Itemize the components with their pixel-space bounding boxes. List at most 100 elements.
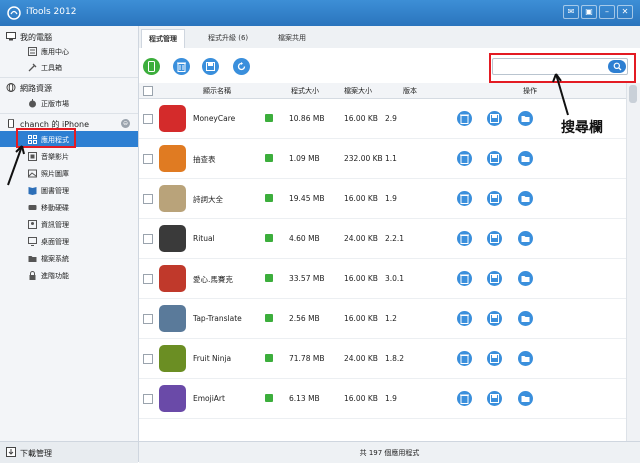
tab-bar: 程式管理 程式升級 (6) 檔案共用 xyxy=(139,26,640,50)
apple-icon xyxy=(29,99,36,108)
row-checkbox[interactable] xyxy=(143,394,153,404)
table-row[interactable]: MoneyCare 10.86 MB 16.00 KB 2.9 xyxy=(139,99,626,139)
browse-app-folder-button[interactable] xyxy=(518,191,533,206)
browse-app-folder-button[interactable] xyxy=(518,151,533,166)
sidebar-divider xyxy=(0,77,138,78)
tab-file-sharing[interactable]: 檔案共用 xyxy=(271,29,313,48)
browse-app-folder-button[interactable] xyxy=(518,111,533,126)
browse-app-folder-button[interactable] xyxy=(518,391,533,406)
uninstall-app-button[interactable] xyxy=(457,191,472,206)
row-checkbox[interactable] xyxy=(143,314,153,324)
header-name[interactable]: 顯示名稱 xyxy=(203,86,231,96)
table-row[interactable]: Fruit Ninja 71.78 MB 24.00 KB 1.8.2 xyxy=(139,339,626,379)
uninstall-app-button[interactable] xyxy=(457,231,472,246)
skin-icon[interactable]: ▣ xyxy=(581,5,597,19)
tab-app-management[interactable]: 程式管理 xyxy=(141,29,185,50)
row-checkbox[interactable] xyxy=(143,114,153,124)
table-row[interactable]: EmojiArt 6.13 MB 16.00 KB 1.9 xyxy=(139,379,626,419)
browse-app-folder-button[interactable] xyxy=(518,351,533,366)
highlight-search-box xyxy=(489,53,636,83)
uninstall-app-button[interactable] xyxy=(457,271,472,286)
select-all-checkbox[interactable] xyxy=(143,86,153,96)
download-manager[interactable]: 下載管理 xyxy=(0,441,138,463)
folder-icon xyxy=(521,356,530,362)
row-checkbox[interactable] xyxy=(143,354,153,364)
sidebar-item-label: 正版市場 xyxy=(41,100,69,108)
app-version: 1.9 xyxy=(385,394,397,403)
backup-app-button[interactable] xyxy=(487,311,502,326)
tab-app-upgrade[interactable]: 程式升級 (6) xyxy=(201,29,255,48)
backup-app-button[interactable] xyxy=(487,271,502,286)
minimize-button[interactable]: – xyxy=(599,5,615,19)
backup-app-button[interactable] xyxy=(487,111,502,126)
sidebar-item-app-store[interactable]: 正版市場 xyxy=(0,95,138,111)
table-row[interactable]: 詩詞大全 19.45 MB 16.00 KB 1.9 xyxy=(139,179,626,219)
folder-icon xyxy=(521,276,530,282)
doc-size: 24.00 KB xyxy=(344,354,378,363)
uninstall-button[interactable] xyxy=(173,58,190,75)
sidebar-section-label: 我的電腦 xyxy=(20,33,52,42)
desktop-icon xyxy=(28,237,37,246)
scrollbar[interactable] xyxy=(626,83,640,441)
film-icon xyxy=(28,152,37,161)
doc-size: 16.00 KB xyxy=(344,194,378,203)
header-actions: 操作 xyxy=(523,87,537,95)
header-app-size[interactable]: 程式大小 xyxy=(291,86,319,96)
backup-app-button[interactable] xyxy=(487,151,502,166)
row-checkbox[interactable] xyxy=(143,274,153,284)
browse-app-folder-button[interactable] xyxy=(518,271,533,286)
table-row[interactable]: 愛心.馬賽克 33.57 MB 16.00 KB 3.0.1 xyxy=(139,259,626,299)
sidebar-item-drive[interactable]: 移動硬碟 xyxy=(0,199,138,215)
uninstall-app-button[interactable] xyxy=(457,111,472,126)
header-doc-size[interactable]: 檔案大小 xyxy=(344,86,372,96)
refresh-button[interactable] xyxy=(233,58,250,75)
backup-app-button[interactable] xyxy=(487,391,502,406)
folder-icon xyxy=(521,156,530,162)
sidebar-section-my-computer[interactable]: 我的電腦 xyxy=(0,29,138,44)
backup-button[interactable] xyxy=(202,58,219,75)
folder-icon xyxy=(521,116,530,122)
row-checkbox[interactable] xyxy=(143,234,153,244)
row-checkbox[interactable] xyxy=(143,154,153,164)
scrollbar-thumb[interactable] xyxy=(629,85,637,103)
header-version[interactable]: 版本 xyxy=(403,86,417,96)
app-type-icon xyxy=(265,274,273,282)
close-button[interactable]: ✕ xyxy=(617,5,633,19)
install-button[interactable] xyxy=(143,58,160,75)
sidebar-item-toolbox[interactable]: 工具箱 xyxy=(0,59,138,75)
sidebar-item-advanced[interactable]: 進階功能 xyxy=(0,267,138,283)
uninstall-app-button[interactable] xyxy=(457,351,472,366)
feedback-icon[interactable]: ✉ xyxy=(563,5,579,19)
sidebar-item-label: 資訊管理 xyxy=(41,221,69,229)
folder-icon xyxy=(28,256,37,262)
title-bar: iTools 2012 ✉ ▣ – ✕ xyxy=(0,0,640,26)
uninstall-app-button[interactable] xyxy=(457,151,472,166)
trash-icon xyxy=(460,274,469,284)
backup-app-button[interactable] xyxy=(487,351,502,366)
sidebar-item-desktop[interactable]: 桌面管理 xyxy=(0,233,138,249)
eject-badge[interactable]: ⊖ xyxy=(121,119,130,128)
row-checkbox[interactable] xyxy=(143,194,153,204)
sidebar-item-label: 音樂影片 xyxy=(41,153,69,161)
table-row[interactable]: Tap-Translate 2.56 MB 16.00 KB 1.2 xyxy=(139,299,626,339)
table-row[interactable]: Ritual 4.60 MB 24.00 KB 2.2.1 xyxy=(139,219,626,259)
sidebar-item-music-video[interactable]: 音樂影片 xyxy=(0,148,138,164)
browse-app-folder-button[interactable] xyxy=(518,311,533,326)
sidebar-item-photos[interactable]: 照片圖庫 xyxy=(0,165,138,181)
uninstall-app-button[interactable] xyxy=(457,311,472,326)
sidebar-item-info[interactable]: 資訊管理 xyxy=(0,216,138,232)
app-name: Fruit Ninja xyxy=(193,354,232,363)
highlight-apps-item xyxy=(16,128,76,148)
sidebar-section-network[interactable]: 網路資源 xyxy=(0,80,138,95)
backup-app-button[interactable] xyxy=(487,191,502,206)
table-row[interactable]: 抽查表 1.09 MB 232.00 KB 1.1 xyxy=(139,139,626,179)
app-icon xyxy=(159,345,186,372)
folder-icon xyxy=(521,316,530,322)
uninstall-app-button[interactable] xyxy=(457,391,472,406)
backup-app-button[interactable] xyxy=(487,231,502,246)
sidebar-item-books[interactable]: 圖書管理 xyxy=(0,182,138,198)
trash-icon xyxy=(460,234,469,244)
sidebar-item-filesystem[interactable]: 檔案系統 xyxy=(0,250,138,266)
browse-app-folder-button[interactable] xyxy=(518,231,533,246)
sidebar-item-app-center[interactable]: 應用中心 xyxy=(0,43,138,59)
